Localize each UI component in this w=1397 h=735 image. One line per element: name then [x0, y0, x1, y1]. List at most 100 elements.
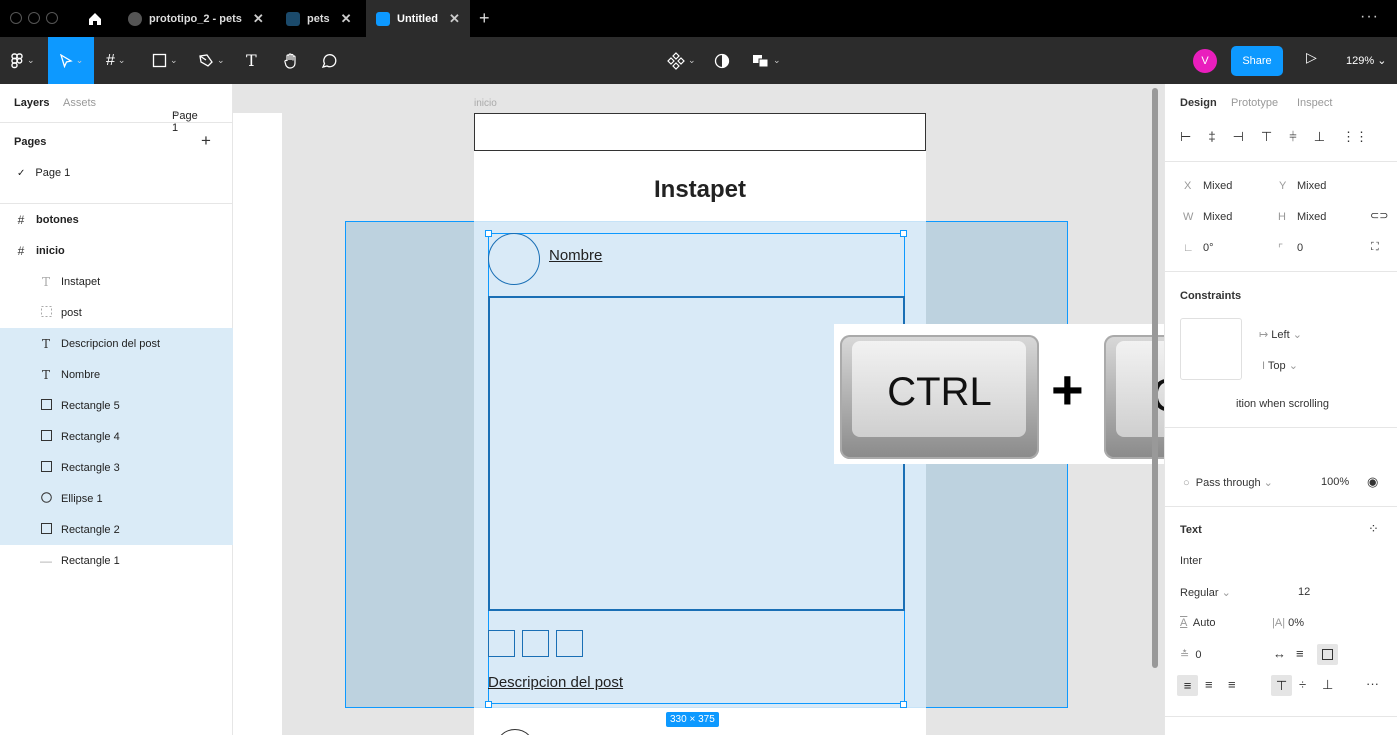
- font-size-field[interactable]: 12: [1298, 586, 1310, 598]
- distribute-icon[interactable]: ⋮⋮: [1342, 129, 1368, 145]
- tab-pets[interactable]: pets ✕: [276, 0, 362, 37]
- auto-height-icon[interactable]: ≡: [1296, 646, 1304, 661]
- w-field[interactable]: Mixed: [1203, 211, 1232, 223]
- text-styles-icon[interactable]: ⁘: [1368, 521, 1379, 537]
- name-text[interactable]: Nombre: [549, 247, 602, 264]
- blend-mode-dropdown[interactable]: ○ Pass through ⌄: [1183, 476, 1273, 489]
- page-item[interactable]: ✓ Page 1: [0, 158, 233, 188]
- minimize-window-icon[interactable]: [28, 12, 40, 24]
- text-tool-button[interactable]: T: [246, 37, 257, 84]
- main-menu-button[interactable]: ⌄: [10, 37, 35, 84]
- tab-design[interactable]: Design: [1180, 97, 1217, 109]
- font-weight-dropdown[interactable]: Regular ⌄: [1180, 586, 1231, 599]
- auto-width-icon[interactable]: ↔: [1273, 646, 1286, 661]
- constrain-proportions-icon[interactable]: ⊂⊃: [1370, 209, 1388, 222]
- avatar[interactable]: V: [1193, 49, 1217, 73]
- frame-tool-button[interactable]: # ⌄: [106, 37, 125, 84]
- close-tab-icon[interactable]: ✕: [341, 11, 352, 27]
- window-controls[interactable]: [10, 12, 58, 24]
- canvas-scrollbar[interactable]: [1152, 88, 1158, 668]
- text-align-left-icon[interactable]: ≡: [1177, 675, 1198, 696]
- layer-post[interactable]: post: [0, 297, 233, 328]
- shape-tool-button[interactable]: ⌄: [152, 37, 178, 84]
- frame-botones[interactable]: [233, 113, 282, 735]
- align-top-text-icon[interactable]: ⊤: [1271, 675, 1292, 696]
- comment-tool-button[interactable]: [320, 37, 338, 84]
- tab-inspect[interactable]: Inspect: [1297, 97, 1332, 109]
- frame-label[interactable]: inicio: [474, 98, 497, 109]
- align-middle-text-icon[interactable]: ÷: [1299, 677, 1306, 692]
- present-play-icon[interactable]: ▷: [1306, 49, 1317, 66]
- tab-prototype[interactable]: Prototype: [1231, 97, 1278, 109]
- description-text[interactable]: Descripcion del post: [488, 674, 623, 691]
- independent-corners-icon[interactable]: ⛶: [1371, 241, 1379, 254]
- more-text-options-icon[interactable]: ···: [1366, 676, 1379, 691]
- y-field[interactable]: Mixed: [1297, 180, 1326, 192]
- align-middle-icon[interactable]: ⫩: [1289, 129, 1296, 145]
- constraint-horizontal[interactable]: ↦ Left ⌄: [1259, 328, 1302, 341]
- text-align-center-icon[interactable]: ≡: [1205, 677, 1213, 692]
- close-tab-icon[interactable]: ✕: [253, 11, 264, 27]
- tab-assets[interactable]: Assets: [63, 97, 96, 109]
- layer-botones[interactable]: # botones: [0, 204, 233, 235]
- rotation-field[interactable]: 0°: [1203, 242, 1214, 254]
- constraints-widget[interactable]: [1180, 318, 1242, 380]
- mask-button[interactable]: [714, 37, 730, 84]
- share-button[interactable]: Share: [1231, 46, 1283, 76]
- align-top-icon[interactable]: ⊤: [1261, 129, 1272, 145]
- radius-field[interactable]: 0: [1297, 242, 1303, 254]
- resize-handle[interactable]: [900, 230, 907, 237]
- canvas[interactable]: inicio Instapet Nombre Descripcion del p…: [233, 84, 1164, 735]
- comment-rectangle[interactable]: [522, 630, 549, 657]
- x-field[interactable]: Mixed: [1203, 180, 1232, 192]
- tab-prototipo[interactable]: prototipo_2 - pets ✕: [118, 0, 274, 37]
- align-center-icon[interactable]: ‡: [1208, 129, 1215, 145]
- share-rectangle[interactable]: [556, 630, 583, 657]
- layer-ellipse-1[interactable]: Ellipse 1: [0, 483, 233, 514]
- pen-tool-button[interactable]: ⌄: [198, 37, 225, 84]
- align-right-icon[interactable]: ⊣: [1233, 129, 1244, 145]
- layer-nombre[interactable]: T Nombre: [0, 359, 233, 390]
- resize-handle[interactable]: [485, 230, 492, 237]
- more-options-icon[interactable]: ···: [1360, 8, 1379, 26]
- layer-rectangle-2[interactable]: Rectangle 2: [0, 514, 233, 545]
- maximize-window-icon[interactable]: [46, 12, 58, 24]
- resize-handle[interactable]: [900, 701, 907, 708]
- paragraph-spacing-field[interactable]: ≛ 0: [1180, 648, 1201, 661]
- text-align-right-icon[interactable]: ≡: [1228, 677, 1236, 692]
- layer-inicio[interactable]: # inicio: [0, 235, 233, 266]
- layer-rectangle-3[interactable]: Rectangle 3: [0, 452, 233, 483]
- zoom-dropdown[interactable]: 129% ⌄: [1346, 54, 1386, 67]
- tab-untitled[interactable]: Untitled ✕: [366, 0, 470, 37]
- fix-position-label[interactable]: ition when scrolling: [1236, 398, 1329, 410]
- h-field[interactable]: Mixed: [1297, 211, 1326, 223]
- app-title[interactable]: Instapet: [474, 176, 926, 204]
- components-button[interactable]: ⌄: [667, 37, 696, 84]
- header-rectangle[interactable]: [474, 113, 926, 151]
- align-bottom-text-icon[interactable]: ⊥: [1322, 677, 1333, 693]
- opacity-field[interactable]: 100%: [1321, 476, 1349, 488]
- like-rectangle[interactable]: [488, 630, 515, 657]
- new-tab-button[interactable]: +: [479, 8, 490, 29]
- move-tool-button[interactable]: ⌄: [48, 37, 94, 84]
- tab-layers[interactable]: Layers: [14, 97, 49, 109]
- boolean-button[interactable]: ⌄: [752, 37, 781, 84]
- line-height-field[interactable]: A Auto: [1180, 617, 1216, 629]
- home-icon[interactable]: [82, 9, 108, 29]
- align-bottom-icon[interactable]: ⊥: [1314, 129, 1325, 145]
- eye-icon[interactable]: ◉: [1367, 474, 1378, 490]
- layer-descripcion[interactable]: T Descripcion del post: [0, 328, 233, 359]
- hand-tool-button[interactable]: [282, 37, 300, 84]
- letter-spacing-field[interactable]: |A| 0%: [1272, 617, 1304, 629]
- profile-ellipse[interactable]: [488, 233, 540, 285]
- font-family-dropdown[interactable]: Inter: [1180, 555, 1202, 567]
- close-window-icon[interactable]: [10, 12, 22, 24]
- layer-rectangle-5[interactable]: Rectangle 5: [0, 390, 233, 421]
- layer-rectangle-1[interactable]: — Rectangle 1: [0, 545, 233, 576]
- add-page-button[interactable]: +: [201, 131, 211, 151]
- constraint-vertical[interactable]: I Top ⌄: [1262, 359, 1298, 372]
- align-left-icon[interactable]: ⊢: [1180, 129, 1191, 145]
- layer-instapet[interactable]: T Instapet: [0, 266, 233, 297]
- fixed-size-button[interactable]: [1317, 644, 1338, 665]
- close-tab-icon[interactable]: ✕: [449, 11, 460, 27]
